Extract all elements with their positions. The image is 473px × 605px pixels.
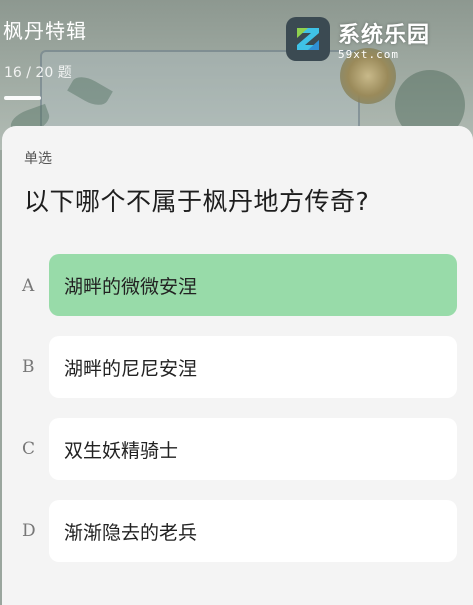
question-type-label: 单选: [24, 151, 52, 167]
watermark-logo-icon: [286, 17, 330, 61]
option-letter-a: A: [22, 276, 35, 296]
option-letter-c: C: [22, 439, 36, 459]
watermark-url: 59xt.com: [338, 48, 399, 61]
page-title: 枫丹特辑: [3, 19, 87, 43]
option-b[interactable]: 湖畔的尼尼安涅: [49, 336, 457, 398]
question-progress-text: 16 / 20 题: [4, 65, 72, 81]
option-c[interactable]: 双生妖精骑士: [49, 418, 457, 480]
option-letter-b: B: [22, 357, 35, 377]
question-text: 以下哪个不属于枫丹地方传奇?: [24, 187, 370, 216]
watermark: 系统乐园 59xt.com: [286, 14, 454, 64]
option-letter-d: D: [22, 521, 36, 541]
watermark-name: 系统乐园: [338, 23, 431, 48]
option-a[interactable]: 湖畔的微微安涅: [49, 254, 457, 316]
progress-indicator: [4, 96, 41, 100]
question-card: 单选 以下哪个不属于枫丹地方传奇? A 湖畔的微微安涅 B 湖畔的尼尼安涅 C …: [2, 126, 473, 605]
option-d[interactable]: 渐渐隐去的老兵: [49, 500, 457, 562]
